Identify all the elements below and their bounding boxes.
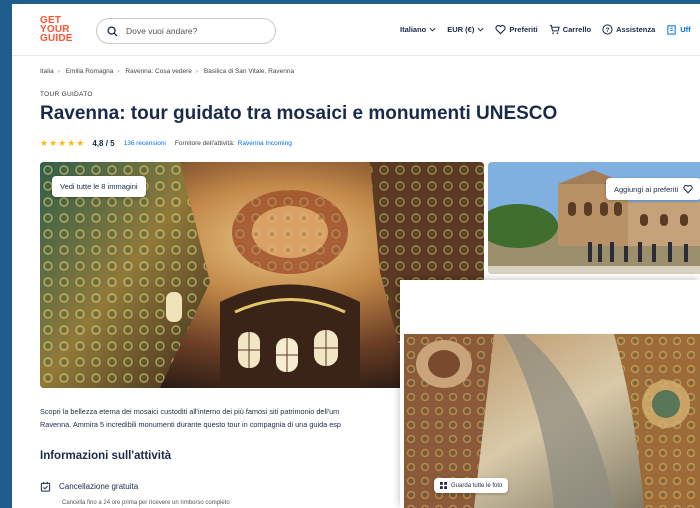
breadcrumb: Italia › Emilia Romagna › Ravenna: Cosa ve… [40,68,294,75]
office-label: Uff [680,25,691,34]
currency-selector[interactable]: EUR (€) [447,25,484,34]
activity-description: Scopri la bellezza eterna dei mosaici cu… [40,405,400,431]
reviews-link[interactable]: 136 recensioni [124,140,166,147]
breadcrumb-separator-icon: › [195,68,199,75]
currency-label: EUR (€) [447,25,475,34]
chevron-down-icon [477,27,484,32]
description-line-2: Ravenna. Ammira 5 incredibili monumenti … [40,420,341,429]
cart-link[interactable]: Carrello [549,24,591,35]
header: GET YOUR GUIDE Dove vuoi andare? Italian… [12,4,700,56]
see-all-images-button[interactable]: Vedi tutte le 8 immagini [52,176,146,197]
chevron-down-icon [429,27,436,32]
svg-text:?: ? [606,27,610,34]
favorites-link[interactable]: Preferiti [495,24,538,35]
breadcrumb-separator-icon: › [57,68,60,75]
supplier-link[interactable]: Ravenna Incoming [238,140,292,147]
calendar-check-icon [40,481,51,492]
language-selector[interactable]: Italiano [400,25,436,34]
activity-type: TOUR GUIDATO [40,91,93,98]
page-title: Ravenna: tour guidato tra mosaici e monu… [40,103,558,124]
search-icon [107,25,118,37]
photo-overlay-panel: Guarda tutte le foto [400,280,700,508]
info-section-title: Informazioni sull'attività [40,450,172,462]
see-all-photos-label: Guarda tutte le foto [451,482,503,489]
breadcrumb-separator-icon: › [117,68,120,75]
breadcrumb-item-emilia-romagna[interactable]: Emilia Romagna [66,68,114,75]
see-all-photos-button[interactable]: Guarda tutte le foto [434,478,509,493]
description-line-1: Scopri la bellezza eterna dei mosaici cu… [40,407,340,416]
free-cancellation-note: Cancella fino a 24 ore prima per ricever… [62,500,230,506]
help-icon: ? [602,24,613,35]
help-label: Assistenza [616,25,656,34]
search-input[interactable]: Dove vuoi andare? [96,18,276,44]
star-rating-icon: ★★★★★ [40,138,86,148]
heart-icon [683,184,693,194]
office-link[interactable]: Uff [666,24,691,35]
overlay-gallery-image[interactable]: Guarda tutte le foto [404,334,700,508]
free-cancellation-label: Cancellazione gratuita [59,482,139,491]
grid-icon [440,482,447,489]
rating-score: 4,8 / 5 [92,139,115,148]
search-placeholder: Dove vuoi andare? [126,26,198,36]
getyourguide-logo[interactable]: GET YOUR GUIDE [40,16,76,44]
see-all-images-label: Vedi tutte le 8 immagini [60,182,138,191]
help-link[interactable]: ? Assistenza [602,24,655,35]
logo-line-3: GUIDE [40,33,73,44]
breadcrumb-item-italia[interactable]: Italia [40,68,54,75]
side-gallery-image[interactable]: Aggiungi ai preferiti [488,162,700,274]
add-to-favorites-button[interactable]: Aggiungi ai preferiti [606,178,700,200]
cart-icon [549,24,560,34]
breadcrumb-item-basilica[interactable]: Basilica di San Vitale, Ravenna [204,68,294,75]
top-nav: Italiano EUR (€) Preferiti Carrello ? As… [400,24,700,35]
rating-row: ★★★★★ 4,8 / 5 136 recensioni Fornitore d… [40,138,292,149]
breadcrumb-item-ravenna[interactable]: Ravenna: Cosa vedere [125,68,192,75]
building-icon [667,25,676,35]
supplier-label: Fornitore dell'attività: [174,140,235,147]
free-cancellation-item: Cancellazione gratuita [40,481,138,492]
favorites-label: Preferiti [509,25,538,34]
add-to-favorites-label: Aggiungi ai preferiti [614,184,679,194]
cart-label: Carrello [562,25,592,34]
language-label: Italiano [400,25,427,34]
heart-icon [495,25,506,35]
